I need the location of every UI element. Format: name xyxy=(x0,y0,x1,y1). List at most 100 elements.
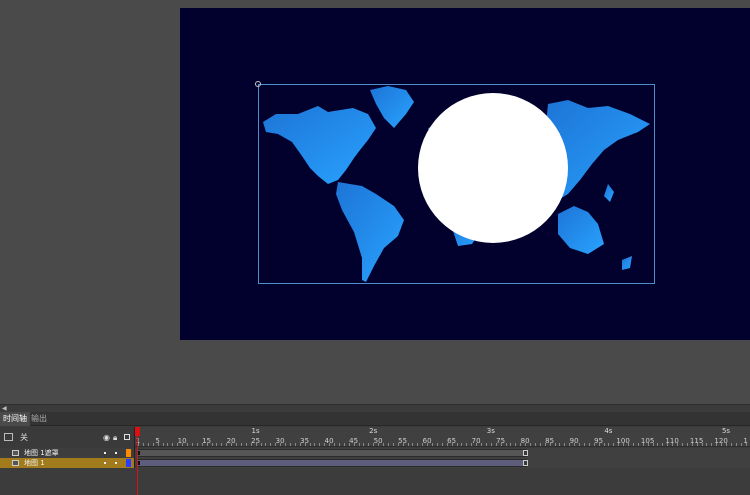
ruler-tick xyxy=(147,443,149,446)
layer-color-swatch[interactable] xyxy=(126,459,131,467)
end-frame-marker[interactable] xyxy=(523,450,528,456)
ruler-tick xyxy=(138,443,139,446)
ruler-tick xyxy=(632,443,634,446)
ruler-tick xyxy=(677,443,678,446)
header-label: 关 xyxy=(20,433,28,442)
ruler-tick xyxy=(142,443,144,446)
ruler-tick xyxy=(451,443,453,446)
ruler-tick xyxy=(196,443,198,446)
ruler-tick xyxy=(275,443,277,446)
visibility-dot[interactable] xyxy=(104,452,106,454)
ruler-tick xyxy=(329,443,331,446)
ruler-tick xyxy=(216,443,218,446)
ruler-tick xyxy=(549,443,551,446)
layer-color-swatch[interactable] xyxy=(126,449,131,457)
ruler-tick xyxy=(515,443,517,446)
eye-icon[interactable]: ◉ xyxy=(103,433,110,442)
ruler-tick xyxy=(583,443,585,446)
ruler-tick xyxy=(427,443,429,446)
layer-row[interactable]: 地图 1遮罩 xyxy=(0,448,135,458)
ruler-tick xyxy=(505,443,507,446)
ruler-tick xyxy=(358,443,360,446)
outline-icon[interactable] xyxy=(124,434,130,440)
ruler-tick xyxy=(240,443,242,446)
ruler-tick xyxy=(608,443,610,446)
tab-timeline[interactable]: 时间轴 xyxy=(0,412,30,426)
ruler-tick xyxy=(735,443,737,446)
ruler-tick xyxy=(593,443,595,446)
ruler-tick xyxy=(554,443,556,446)
ruler-tick xyxy=(387,443,389,446)
layer-icon xyxy=(12,450,19,456)
ruler-tick xyxy=(162,443,164,446)
ruler-tick xyxy=(343,443,345,446)
ruler-tick xyxy=(172,443,174,446)
lock-icon[interactable]: 🔒︎ xyxy=(113,433,117,443)
ruler-tick xyxy=(338,443,340,446)
seconds-label: 1s xyxy=(251,427,260,435)
ruler-tick xyxy=(525,443,527,446)
ruler-tick xyxy=(667,443,669,446)
frame-track[interactable] xyxy=(135,448,750,458)
frame-track[interactable] xyxy=(135,458,750,468)
ruler-tick xyxy=(182,443,184,446)
ruler-tick xyxy=(471,443,473,446)
ruler-tick xyxy=(726,443,727,446)
pasteboard[interactable] xyxy=(0,0,750,405)
ruler-tick xyxy=(623,443,625,446)
ruler-tick xyxy=(500,443,502,446)
visibility-dot[interactable] xyxy=(104,462,106,464)
ruler-tick xyxy=(574,443,576,446)
ruler-tick xyxy=(402,443,404,446)
tab-output[interactable]: 输出 xyxy=(28,412,50,426)
ruler-tick xyxy=(598,443,600,446)
ruler-tick xyxy=(588,443,590,446)
ruler-tick xyxy=(348,443,350,446)
ruler-tick xyxy=(294,443,296,446)
layer-name: 地图 1遮罩 xyxy=(24,449,59,457)
mask-circle-shape[interactable] xyxy=(418,93,568,243)
ruler-tick xyxy=(534,443,536,446)
ruler-tick xyxy=(250,443,252,446)
lock-dot[interactable] xyxy=(115,462,117,464)
ruler-tick xyxy=(539,443,541,446)
seconds-label: 3s xyxy=(486,427,495,435)
ruler-tick xyxy=(696,443,698,446)
ruler-tick xyxy=(603,443,605,446)
horizontal-scrollbar[interactable]: ◀ xyxy=(0,404,750,412)
ruler-tick xyxy=(422,443,424,446)
panel-tabs: 时间轴 输出 xyxy=(0,412,750,426)
ruler-tick xyxy=(324,443,326,446)
end-frame-marker[interactable] xyxy=(523,460,528,466)
ruler-tick xyxy=(265,443,267,446)
frame-span[interactable] xyxy=(137,459,527,467)
stage-canvas[interactable] xyxy=(180,8,750,340)
ruler-tick xyxy=(383,443,384,446)
ruler-tick xyxy=(637,443,639,446)
ruler-tick xyxy=(446,443,448,446)
playhead[interactable] xyxy=(137,427,138,495)
ruler-tick xyxy=(642,443,644,446)
frame-span[interactable] xyxy=(137,449,527,457)
ruler-tick xyxy=(289,443,291,446)
seconds-label: 5s xyxy=(721,427,731,435)
ruler-tick xyxy=(647,443,649,446)
transform-point-icon[interactable] xyxy=(254,80,262,88)
lock-dot[interactable] xyxy=(115,452,117,454)
layer-row-selected[interactable]: 地图 1 xyxy=(0,458,135,468)
ruler-tick xyxy=(432,443,433,446)
ruler-tick xyxy=(363,443,365,446)
layer-icon xyxy=(12,460,19,466)
ruler-tick xyxy=(456,443,458,446)
layer-folder-icon[interactable] xyxy=(4,433,13,441)
ruler-tick xyxy=(466,443,468,446)
ruler-tick xyxy=(304,443,306,446)
ruler-tick xyxy=(740,443,742,446)
ruler-tick xyxy=(285,443,286,446)
timeline-ruler[interactable]: 1 5 10 15 20 25 30 35 40 45 50 55 60 65 70 75 80 85 90 95 10… xyxy=(135,427,750,447)
ruler-tick xyxy=(686,443,688,446)
ruler-tick xyxy=(314,443,316,446)
ruler-tick xyxy=(564,443,566,446)
ruler-tick xyxy=(309,443,311,446)
ruler-tick xyxy=(559,443,561,446)
